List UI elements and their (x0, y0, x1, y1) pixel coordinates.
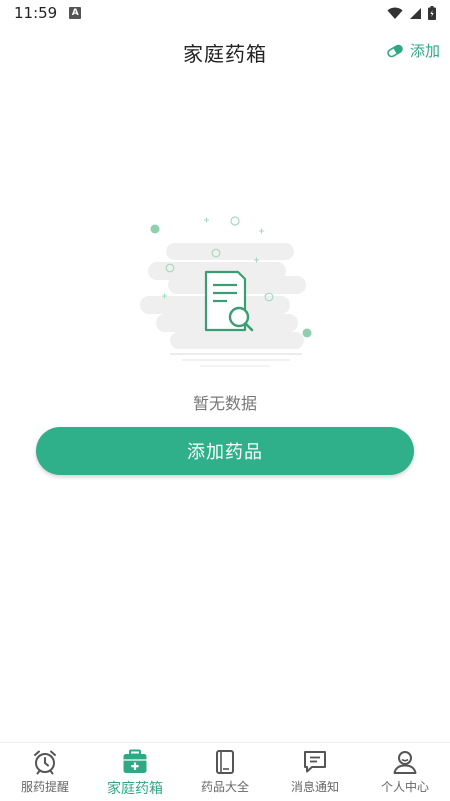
pill-icon (387, 44, 403, 57)
status-bar: 11:59 A (0, 0, 450, 26)
add-button[interactable]: 添加 (386, 40, 440, 61)
tab-label: 消息通知 (290, 780, 339, 794)
notification-badge: A (69, 7, 82, 19)
empty-message: 暂无数据 (192, 394, 257, 413)
bottom-tab-bar: 服药提醒 家庭药箱 药品大全 消息通知 个人中心 (0, 742, 450, 801)
tab-label: 个人中心 (380, 780, 429, 794)
message-icon (302, 749, 328, 775)
book-icon (212, 749, 238, 775)
tab-notifications[interactable]: 消息通知 (270, 743, 360, 801)
wifi-icon (387, 7, 403, 19)
empty-illustration (130, 210, 320, 375)
status-left: 11:59 A (14, 4, 82, 22)
medicine-box-icon (122, 749, 148, 775)
status-time: 11:59 (14, 4, 58, 22)
tab-family-medicine-box[interactable]: 家庭药箱 (90, 743, 180, 801)
tab-personal-center[interactable]: 个人中心 (360, 743, 450, 801)
add-drug-button[interactable]: 添加药品 (36, 427, 414, 475)
status-icons (387, 6, 436, 20)
tab-drug-encyclopedia[interactable]: 药品大全 (180, 743, 270, 801)
add-label: 添加 (409, 42, 440, 60)
tab-label: 服药提醒 (20, 780, 69, 794)
signal-icon (410, 7, 421, 19)
tab-label: 家庭药箱 (107, 781, 163, 797)
page-title: 家庭药箱 (183, 42, 267, 66)
app-header: 家庭药箱 添加 (0, 26, 450, 78)
alarm-clock-icon (32, 749, 58, 775)
battery-icon (428, 6, 436, 20)
tab-medication-reminder[interactable]: 服药提醒 (0, 743, 90, 801)
tab-label: 药品大全 (200, 780, 249, 794)
user-icon (392, 749, 418, 775)
document-search-icon (140, 216, 312, 367)
